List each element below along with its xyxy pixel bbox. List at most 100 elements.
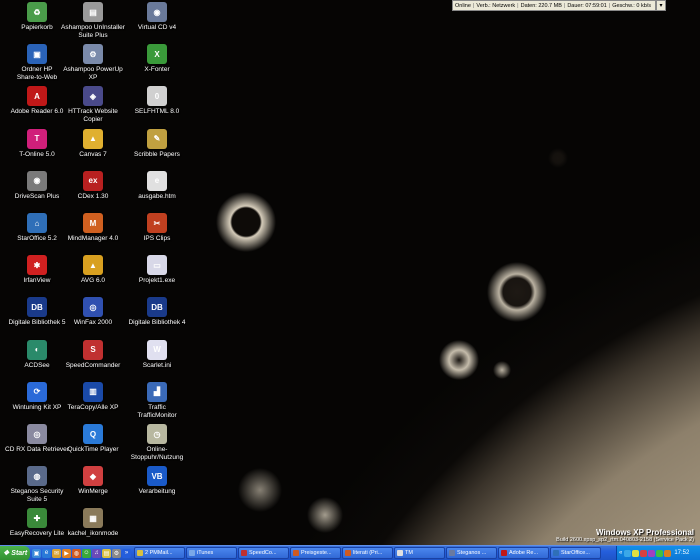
taskbar-button[interactable]: iTunes bbox=[186, 547, 237, 559]
desktop-shortcut[interactable]: ✎ Scribble Papers bbox=[124, 128, 190, 171]
desktop-shortcut-label: AVG 6.0 bbox=[80, 277, 106, 285]
ips-clips-icon: ✂ bbox=[147, 213, 167, 233]
tray-icons bbox=[624, 549, 672, 557]
desktop-shortcut-label: Verarbeitung bbox=[138, 488, 176, 496]
taskbar-button-label: literati (Pri... bbox=[353, 550, 383, 556]
tray-app-icon[interactable] bbox=[664, 549, 672, 557]
desktop-shortcut[interactable]: ◉ Virtual CD v4 bbox=[124, 2, 190, 44]
desktop-shortcut-label: Scarlet.ini bbox=[142, 361, 172, 369]
desktop-shortcut[interactable]: W Scarlet.ini bbox=[124, 339, 190, 382]
desktop-shortcut[interactable]: ◷ Online-Stoppuhr/Nutzung bbox=[124, 424, 190, 466]
tray-app-icon[interactable] bbox=[648, 549, 656, 557]
desktop-shortcut-label: TeraCopy/Alle XP bbox=[67, 403, 119, 411]
app-icon bbox=[137, 550, 143, 556]
explorer-icon[interactable]: ▤ bbox=[102, 548, 111, 558]
desktop-shortcut-label: kachel_ikonmode bbox=[67, 530, 119, 538]
speedcommander-icon: S bbox=[83, 339, 103, 360]
x-fonter-icon: X bbox=[147, 44, 167, 65]
desktop-shortcut[interactable]: VB Verarbeitung bbox=[124, 466, 190, 508]
media-player-icon[interactable]: ▶ bbox=[62, 548, 71, 558]
tray-app-icon[interactable] bbox=[624, 549, 632, 557]
tray-app-icon[interactable] bbox=[632, 549, 640, 557]
desktop-shortcut[interactable]: X X-Fonter bbox=[124, 44, 190, 86]
desktop-shortcut[interactable]: M MindManager 4.0 bbox=[60, 213, 126, 255]
desktop[interactable]: ♻ Papierkorb ▣ Ordner HP Share-to-Web A Adobe… bbox=[0, 0, 700, 545]
net-speed: Geschw.: 0 kb/s bbox=[612, 2, 652, 9]
network-meter-toolbar[interactable]: Online | Verb.: Netzwerk | Daten: 220.7 MB… bbox=[452, 0, 656, 11]
desktop-shortcut-label: Ashampoo UnInstaller Suite Plus bbox=[61, 24, 125, 39]
taskbar-button[interactable]: literati (Pri... bbox=[342, 547, 393, 559]
scribble-papers-icon: ✎ bbox=[147, 128, 167, 149]
app-icon bbox=[397, 550, 403, 556]
digitale-bibliothek-icon: DB bbox=[27, 297, 47, 318]
desktop-shortcut[interactable]: ▥ TeraCopy/Alle XP bbox=[60, 381, 126, 424]
windows-edition-text: Windows XP Professional bbox=[595, 528, 694, 537]
tray-app-icon[interactable] bbox=[656, 549, 664, 557]
music-icon[interactable]: ♫ bbox=[92, 548, 101, 558]
cdex-icon: ex bbox=[83, 170, 103, 191]
desktop-shortcut[interactable]: ✂ IPS Clips bbox=[124, 213, 190, 255]
taskbar-button-label: SpeedCo... bbox=[249, 550, 277, 556]
windows-logo-icon: ❖ bbox=[3, 550, 10, 557]
mindmanager-icon: M bbox=[83, 213, 103, 233]
windows-build-text: Build 2600.xpsp_sp2_rtm.040803-2158 (Ser… bbox=[556, 537, 694, 543]
outlook-icon[interactable]: ✉ bbox=[52, 548, 61, 558]
desktop-shortcut[interactable]: ▟ Traffic TrafficMonitor bbox=[124, 381, 190, 424]
steganos-icon: ◍ bbox=[27, 466, 47, 487]
taskbar-button[interactable]: Preisgeste... bbox=[290, 547, 341, 559]
taskbar-button[interactable]: StarOffice... bbox=[550, 547, 601, 559]
desktop-shortcut[interactable]: e ausgabe.htm bbox=[124, 170, 190, 213]
app-icon bbox=[345, 550, 351, 556]
net-meter-dropdown-button[interactable]: ▾ bbox=[656, 0, 666, 11]
start-label: Start bbox=[11, 549, 28, 557]
desktop-shortcut[interactable]: ▭ Projekt1.exe bbox=[124, 255, 190, 297]
desktop-shortcut[interactable]: S SpeedCommander bbox=[60, 339, 126, 382]
firefox-icon[interactable]: ◍ bbox=[72, 548, 81, 558]
desktop-shortcut[interactable]: ◆ WinMerge bbox=[60, 466, 126, 508]
app-icon bbox=[189, 550, 195, 556]
chevron-down-icon: ▾ bbox=[659, 3, 663, 9]
desktop-shortcut[interactable]: ▤ Ashampoo UnInstaller Suite Plus bbox=[60, 2, 126, 44]
taskbar-button-label: 2 PMMail... bbox=[145, 550, 173, 556]
desktop-shortcut[interactable]: 0 SELFHTML 8.0 bbox=[124, 86, 190, 128]
desktop-shortcut[interactable]: ex CDex 1.30 bbox=[60, 170, 126, 213]
clock[interactable]: 17:52 bbox=[674, 550, 689, 556]
desktop-shortcut[interactable]: ◈ HTTrack Website Copier bbox=[60, 86, 126, 128]
ie-icon[interactable]: e bbox=[42, 548, 51, 558]
app-icon bbox=[293, 550, 299, 556]
taskbar-button[interactable]: 2 PMMail... bbox=[134, 547, 185, 559]
desktop-shortcut-label: QuickTime Player bbox=[67, 446, 119, 453]
desktop-shortcut-label: ausgabe.htm bbox=[138, 192, 176, 200]
start-button[interactable]: ❖ Start bbox=[0, 545, 30, 560]
taskbar-button[interactable]: TM bbox=[394, 547, 445, 559]
desktop-shortcut[interactable]: ⚙ Ashampoo PowerUp XP bbox=[60, 44, 126, 86]
desktop-shortcut[interactable]: Q QuickTime Player bbox=[60, 424, 126, 466]
desktop-shortcut[interactable]: ◎ WinFax 2000 bbox=[60, 297, 126, 339]
app-icon bbox=[449, 550, 455, 556]
more-icon[interactable]: » bbox=[122, 548, 131, 558]
wintuning-icon: ⟳ bbox=[27, 381, 47, 402]
cd-retriever-icon: ◎ bbox=[27, 424, 47, 444]
taskbar-button[interactable]: Adobe Re... bbox=[498, 547, 549, 559]
acdsee-icon: ◐ bbox=[27, 339, 47, 360]
tray-app-icon[interactable] bbox=[640, 549, 648, 557]
messenger-icon[interactable]: ☺ bbox=[82, 548, 91, 558]
tray-expand-icon[interactable]: « bbox=[619, 550, 622, 556]
easyrecovery-icon: ✚ bbox=[27, 508, 47, 529]
desktop-shortcut[interactable]: ▲ Canvas 7 bbox=[60, 128, 126, 171]
net-duration: Dauer: 07:59:01 bbox=[567, 2, 607, 9]
taskbar-button[interactable]: SpeedCo... bbox=[238, 547, 289, 559]
desktop-shortcut-label: SpeedCommander bbox=[65, 361, 121, 369]
desktop-shortcut[interactable]: ▲ AVG 6.0 bbox=[60, 255, 126, 297]
quick-launch-bar: ▣ e ✉ ▶ ◍ ☺ ♫ ▤ ⚙» bbox=[30, 548, 134, 558]
taskbar-button[interactable]: Steganos ... bbox=[446, 547, 497, 559]
app-icon bbox=[553, 550, 559, 556]
desktop-shortcut[interactable]: DB Digitale Bibliothek 4 bbox=[124, 297, 190, 339]
control-icon[interactable]: ⚙ bbox=[112, 548, 121, 558]
app-icon bbox=[241, 550, 247, 556]
quicktime-icon: Q bbox=[83, 424, 103, 444]
desktop-icon[interactable]: ▣ bbox=[32, 548, 41, 558]
folder-share-icon: ▣ bbox=[27, 44, 47, 65]
selfhtml-icon: 0 bbox=[147, 86, 167, 107]
desktop-shortcut[interactable]: ▦ kachel_ikonmode bbox=[60, 508, 126, 545]
